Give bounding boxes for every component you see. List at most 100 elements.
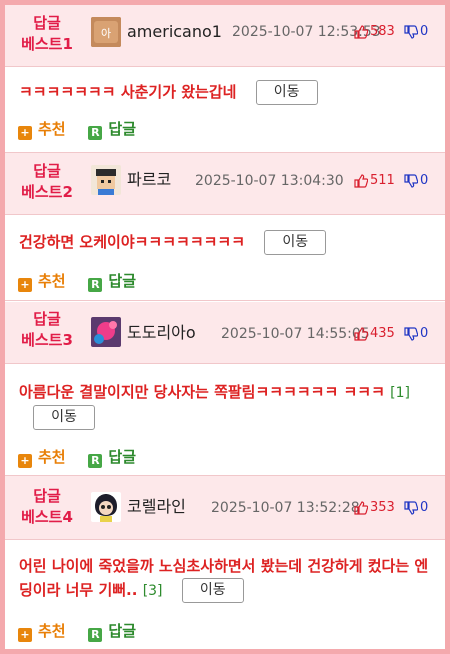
downvote-button[interactable]: 0 [404, 497, 428, 519]
reply-count[interactable]: [3] [143, 583, 163, 599]
best-badge: 답글 베스트3 [9, 309, 85, 351]
comment-actions: + 추천 R 답글 [18, 620, 136, 642]
comment-item: 답글 베스트3 도도리아o 2025-10-07 14:55:05 435 0 [5, 302, 445, 477]
comment-body: 어린 나이에 죽었을까 노심초사하면서 봤는데 건강하게 컸다는 엔딩이라 너무… [19, 554, 435, 603]
downvote-count: 0 [420, 173, 429, 188]
avatar-image: 아 [91, 17, 121, 47]
reply-button[interactable]: R 답글 [88, 448, 136, 468]
upvote-count: 511 [370, 173, 395, 188]
comment-date: 2025-10-07 13:04:30 [195, 173, 344, 189]
comment-actions: + 추천 R 답글 [18, 118, 136, 140]
comment-item: 답글 베스트1 아 americano1 2025-10-07 12:53:53… [5, 5, 445, 153]
thumbs-down-icon [404, 500, 418, 515]
avatar-image [91, 492, 121, 522]
move-button[interactable]: 이동 [255, 80, 318, 105]
recommend-label: 추천 [38, 622, 66, 640]
plus-icon: + [18, 628, 32, 642]
reply-label: 답글 [108, 448, 136, 466]
downvote-button[interactable]: 0 [404, 170, 428, 192]
comment-header: 답글 베스트4 코렐라인 2025-10-07 13:52:28 353 0 [5, 476, 445, 540]
best-comments-panel: 답글 베스트1 아 americano1 2025-10-07 12:53:53… [5, 5, 445, 649]
comment-body: 아름다운 결말이지만 당사자는 쪽팔림ㅋㅋㅋㅋㅋㅋ ㅋㅋㅋ [1] 이동 [19, 380, 435, 430]
thumbs-up-icon [354, 326, 368, 341]
upvote-button[interactable]: 511 [354, 170, 395, 192]
downvote-count: 0 [420, 326, 429, 341]
thumbs-up-icon [354, 173, 368, 188]
comment-actions: + 추천 R 답글 [18, 270, 136, 292]
best-prefix: 답글 [33, 14, 61, 32]
upvote-button[interactable]: 435 [354, 323, 395, 345]
downvote-button[interactable]: 0 [404, 323, 428, 345]
reply-icon: R [88, 278, 103, 292]
upvote-count: 583 [370, 24, 395, 39]
recommend-label: 추천 [38, 120, 66, 138]
best-rank: 베스트3 [21, 331, 73, 349]
recommend-label: 추천 [38, 448, 66, 466]
downvote-count: 0 [420, 24, 429, 39]
upvote-count: 435 [370, 326, 395, 341]
thumbs-up-icon [354, 24, 368, 39]
best-badge: 답글 베스트1 [9, 13, 85, 55]
downvote-button[interactable]: 0 [404, 21, 428, 43]
recommend-button[interactable]: + 추천 [18, 622, 66, 642]
reply-label: 답글 [108, 622, 136, 640]
comment-item: 답글 베스트2 파르코 2025-10-07 13:04:30 511 0 건강… [5, 153, 445, 301]
best-prefix: 답글 [33, 487, 61, 505]
nickname[interactable]: 파르코 [127, 169, 171, 191]
reply-button[interactable]: R 답글 [88, 622, 136, 642]
comment-body: 건강하면 오케이야ㅋㅋㅋㅋㅋㅋㅋㅋ 이동 [19, 230, 435, 255]
thumbs-down-icon [404, 24, 418, 39]
avatar[interactable] [91, 492, 121, 522]
comment-item: 답글 베스트4 코렐라인 2025-10-07 13:52:28 353 0 어… [5, 476, 445, 649]
upvote-button[interactable]: 353 [354, 497, 395, 519]
avatar-image [91, 165, 121, 195]
avatar[interactable] [91, 317, 121, 347]
nickname[interactable]: 코렐라인 [127, 496, 186, 518]
plus-icon: + [18, 126, 32, 140]
reply-count[interactable]: [1] [390, 385, 410, 401]
move-button[interactable]: 이동 [33, 405, 95, 430]
upvote-count: 353 [370, 500, 395, 515]
best-badge: 답글 베스트4 [9, 486, 85, 528]
comment-actions: + 추천 R 답글 [18, 446, 136, 468]
thumbs-up-icon [354, 500, 368, 515]
avatar[interactable] [91, 165, 121, 195]
nickname[interactable]: americano1 [127, 21, 222, 43]
best-prefix: 답글 [33, 310, 61, 328]
move-button[interactable]: 이동 [181, 578, 244, 603]
best-badge: 답글 베스트2 [9, 161, 85, 203]
thumbs-down-icon [404, 173, 418, 188]
plus-icon: + [18, 454, 32, 468]
reply-label: 답글 [108, 272, 136, 290]
reply-icon: R [88, 126, 103, 140]
downvote-count: 0 [420, 500, 429, 515]
upvote-button[interactable]: 583 [354, 21, 395, 43]
comment-body: ㅋㅋㅋㅋㅋㅋㅋ 사춘기가 왔는갑네 이동 [19, 80, 435, 105]
comment-text: 건강하면 오케이야ㅋㅋㅋㅋㅋㅋㅋㅋ [19, 233, 246, 251]
best-rank: 베스트1 [21, 35, 73, 53]
recommend-label: 추천 [38, 272, 66, 290]
reply-button[interactable]: R 답글 [88, 272, 136, 292]
comment-text: 아름다운 결말이지만 당사자는 쪽팔림ㅋㅋㅋㅋㅋㅋ ㅋㅋㅋ [19, 383, 385, 401]
recommend-button[interactable]: + 추천 [18, 448, 66, 468]
comment-header: 답글 베스트2 파르코 2025-10-07 13:04:30 511 0 [5, 153, 445, 215]
best-rank: 베스트4 [21, 508, 73, 526]
comment-date: 2025-10-07 14:55:05 [221, 326, 370, 342]
recommend-button[interactable]: + 추천 [18, 272, 66, 292]
avatar[interactable]: 아 [91, 17, 121, 47]
recommend-button[interactable]: + 추천 [18, 120, 66, 140]
plus-icon: + [18, 278, 32, 292]
reply-label: 답글 [108, 120, 136, 138]
comment-date: 2025-10-07 13:52:28 [211, 500, 360, 516]
divider [5, 300, 445, 301]
thumbs-down-icon [404, 326, 418, 341]
comment-header: 답글 베스트1 아 americano1 2025-10-07 12:53:53… [5, 5, 445, 67]
avatar-image [91, 317, 121, 347]
move-button[interactable]: 이동 [264, 230, 327, 255]
comment-text: ㅋㅋㅋㅋㅋㅋㅋ 사춘기가 왔는갑네 [19, 83, 237, 101]
reply-button[interactable]: R 답글 [88, 120, 136, 140]
nickname[interactable]: 도도리아o [127, 322, 196, 344]
reply-icon: R [88, 454, 103, 468]
reply-icon: R [88, 628, 103, 642]
comment-header: 답글 베스트3 도도리아o 2025-10-07 14:55:05 435 0 [5, 302, 445, 364]
